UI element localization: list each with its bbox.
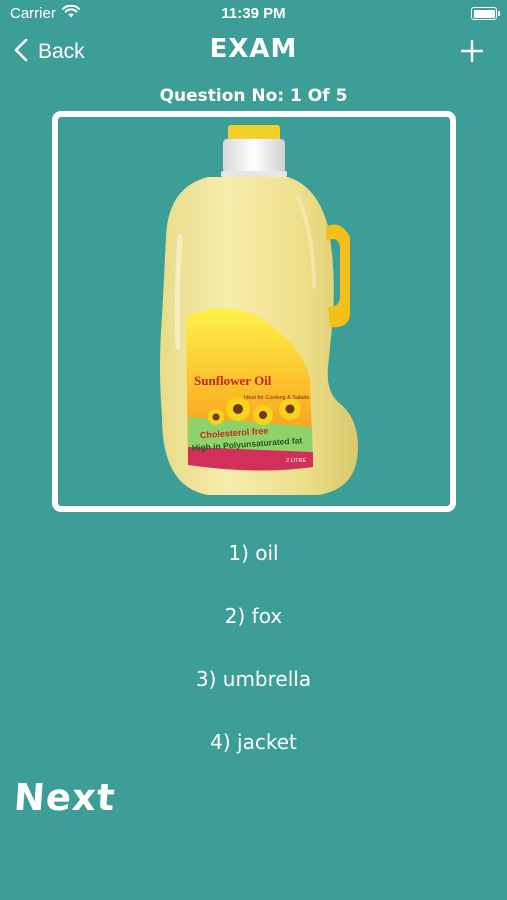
option-4[interactable]: 4) jacket [0, 730, 507, 754]
option-1[interactable]: 1) oil [0, 541, 507, 565]
brand-text: Sunflower Oil [194, 373, 272, 388]
option-2[interactable]: 2) fox [0, 604, 507, 628]
option-3[interactable]: 3) umbrella [0, 667, 507, 691]
page-title: EXAM [209, 34, 298, 64]
volume-text: 2 LITRE [286, 458, 307, 464]
nav-bar: Back EXAM [0, 30, 507, 76]
oil-bottle-image: Sunflower Oil Ideal for Cooking & Salads… [160, 125, 358, 495]
small-label-text: Ideal for Cooking & Salads [244, 395, 309, 401]
question-image-frame: Sunflower Oil Ideal for Cooking & Salads… [52, 111, 456, 512]
status-time: 11:39 PM [221, 5, 286, 22]
question-number-label: Question No: 1 Of 5 [159, 86, 348, 106]
battery-fill [473, 9, 495, 18]
status-bar: Carrier 11:39 PM [0, 0, 507, 28]
next-button[interactable]: Next [12, 776, 117, 819]
add-button[interactable] [460, 39, 484, 66]
plus-icon [460, 39, 484, 66]
battery-icon [471, 7, 500, 20]
